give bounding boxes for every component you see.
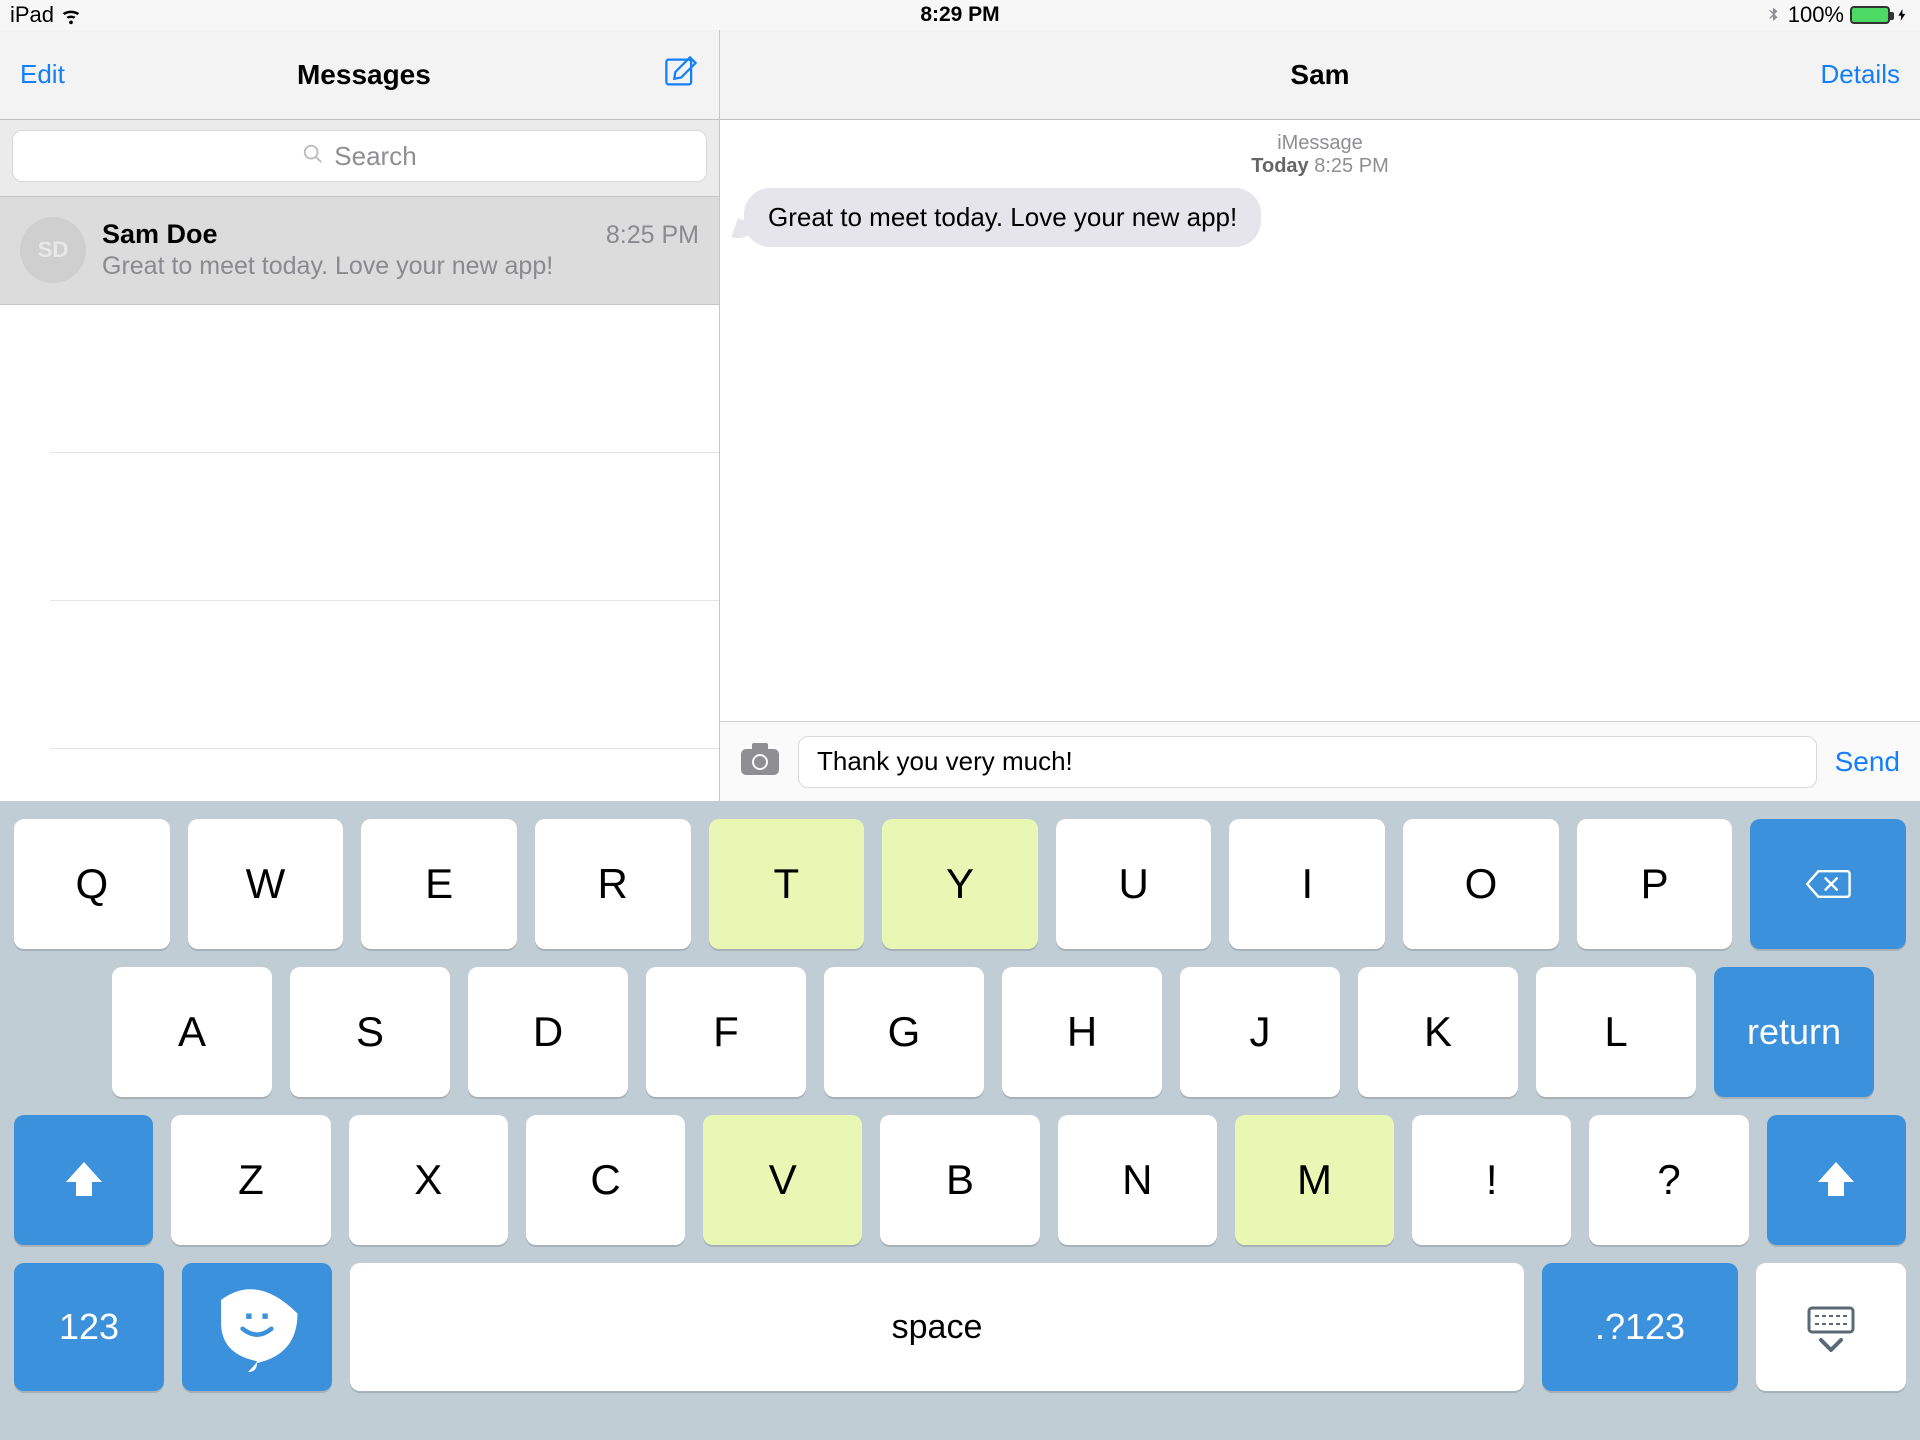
messages-sidebar: Edit Messages Search SD Sam Doe 8:25 PM … <box>0 30 720 801</box>
keyboard: QWERTYUIOP ASDFGHJKLreturn ZXCVBNM!? 123… <box>0 801 1920 1440</box>
key-R[interactable]: R <box>535 819 691 949</box>
key-B[interactable]: B <box>880 1115 1039 1245</box>
key-V[interactable]: V <box>703 1115 862 1245</box>
empty-rows <box>0 305 719 749</box>
battery-percent: 100% <box>1788 2 1844 28</box>
key-Y[interactable]: Y <box>882 819 1038 949</box>
key-P[interactable]: P <box>1577 819 1733 949</box>
key-G[interactable]: G <box>824 967 984 1097</box>
key-return[interactable]: return <box>1714 967 1874 1097</box>
details-button[interactable]: Details <box>1821 59 1900 90</box>
thread-row[interactable]: SD Sam Doe 8:25 PM Great to meet today. … <box>0 197 719 305</box>
key-W[interactable]: W <box>188 819 344 949</box>
key-O[interactable]: O <box>1403 819 1559 949</box>
message-meta: iMessage Today 8:25 PM <box>720 120 1920 182</box>
status-bar: iPad 8:29 PM 100% <box>0 0 1920 30</box>
key-emoji[interactable] <box>182 1263 332 1391</box>
key-shift-left[interactable] <box>14 1115 153 1245</box>
thread-name: Sam Doe <box>102 219 218 250</box>
composer-bar: Thank you very much! Send <box>720 721 1920 801</box>
sidebar-header: Edit Messages <box>0 30 719 120</box>
sidebar-title: Messages <box>297 59 431 91</box>
meta-service: iMessage <box>720 132 1920 155</box>
meta-time: 8:25 PM <box>1314 155 1388 177</box>
message-bubble: Great to meet today. Love your new app! <box>744 188 1261 247</box>
conversation-title: Sam <box>1290 59 1349 91</box>
camera-button[interactable] <box>740 742 780 781</box>
key-H[interactable]: H <box>1002 967 1162 1097</box>
key-hide-keyboard[interactable] <box>1756 1263 1906 1391</box>
key-space[interactable]: space <box>350 1263 1524 1391</box>
key-Z[interactable]: Z <box>171 1115 330 1245</box>
battery-icon <box>1850 6 1890 24</box>
key-M[interactable]: M <box>1235 1115 1394 1245</box>
key-exclaim[interactable]: ! <box>1412 1115 1571 1245</box>
message-input-value: Thank you very much! <box>817 746 1073 777</box>
key-question[interactable]: ? <box>1589 1115 1748 1245</box>
device-label: iPad <box>10 2 54 28</box>
edit-button[interactable]: Edit <box>20 59 65 90</box>
key-N[interactable]: N <box>1058 1115 1217 1245</box>
key-J[interactable]: J <box>1180 967 1340 1097</box>
search-wrap: Search <box>0 120 719 197</box>
conversation-pane: Sam Details iMessage Today 8:25 PM Great… <box>720 30 1920 801</box>
search-icon <box>302 141 324 172</box>
compose-button[interactable] <box>663 54 699 95</box>
bluetooth-icon <box>1764 6 1782 24</box>
key-A[interactable]: A <box>112 967 272 1097</box>
search-placeholder: Search <box>334 141 416 172</box>
thread-preview: Great to meet today. Love your new app! <box>102 252 699 281</box>
key-X[interactable]: X <box>349 1115 508 1245</box>
key-123[interactable]: 123 <box>14 1263 164 1391</box>
send-button[interactable]: Send <box>1835 746 1900 778</box>
key-T[interactable]: T <box>709 819 865 949</box>
key-U[interactable]: U <box>1056 819 1212 949</box>
thread-time: 8:25 PM <box>606 221 699 250</box>
key-E[interactable]: E <box>361 819 517 949</box>
key-F[interactable]: F <box>646 967 806 1097</box>
key-symbols[interactable]: .?123 <box>1542 1263 1738 1391</box>
key-Q[interactable]: Q <box>14 819 170 949</box>
message-input[interactable]: Thank you very much! <box>798 736 1817 788</box>
wifi-icon <box>60 4 82 26</box>
key-I[interactable]: I <box>1229 819 1385 949</box>
key-L[interactable]: L <box>1536 967 1696 1097</box>
key-backspace[interactable] <box>1750 819 1906 949</box>
search-input[interactable]: Search <box>12 130 707 182</box>
meta-day: Today <box>1251 155 1308 177</box>
key-D[interactable]: D <box>468 967 628 1097</box>
avatar: SD <box>20 217 86 283</box>
key-S[interactable]: S <box>290 967 450 1097</box>
key-C[interactable]: C <box>526 1115 685 1245</box>
conversation-header: Sam Details <box>720 30 1920 120</box>
key-K[interactable]: K <box>1358 967 1518 1097</box>
charging-icon <box>1896 6 1910 24</box>
status-time: 8:29 PM <box>920 3 999 27</box>
key-shift-right[interactable] <box>1767 1115 1906 1245</box>
